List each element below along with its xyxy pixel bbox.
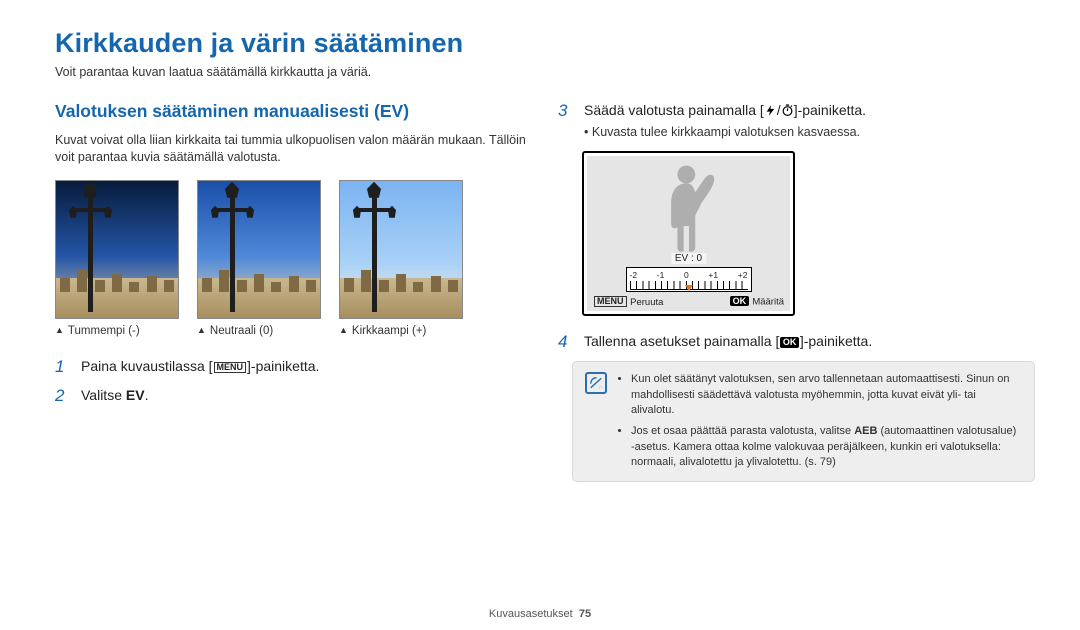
section-heading-ev: Valotuksen säätäminen manuaalisesti (EV) [55, 101, 532, 122]
lcd-cancel: MENU Peruuta [593, 296, 663, 308]
step-number: 4 [558, 332, 574, 352]
page-title: Kirkkauden ja värin säätäminen [55, 28, 1035, 59]
triangle-up-icon [197, 325, 210, 337]
ev-bold-label: EV [126, 387, 145, 403]
triangle-up-icon [55, 325, 68, 337]
left-column: Valotuksen säätäminen manuaalisesti (EV)… [55, 101, 532, 482]
tick-zero: 0 [684, 270, 689, 280]
section-paragraph: Kuvat voivat olla liian kirkkaita tai tu… [55, 132, 532, 166]
step-number: 2 [55, 386, 71, 406]
tick-plus-2: +2 [738, 270, 748, 280]
scale-indicator-icon [685, 285, 693, 291]
step-1: 1 Paina kuvaustilassa [MENU]-painiketta. [55, 357, 532, 377]
thumbnail-image-darker [55, 180, 179, 319]
menu-button-glyph: MENU [594, 296, 627, 307]
note-box: Kun olet säätänyt valotuksen, sen arvo t… [572, 361, 1035, 481]
step-3-sub: • Kuvasta tulee kirkkaampi valotuksen ka… [584, 124, 866, 141]
two-column-layout: Valotuksen säätäminen manuaalisesti (EV)… [55, 101, 1035, 482]
lcd-footer: MENU Peruuta OK Määritä [593, 296, 784, 308]
thumbnail-image-neutral [197, 180, 321, 319]
note-list: Kun olet säätänyt valotuksen, sen arvo t… [617, 372, 1022, 470]
flash-icon [764, 102, 777, 118]
ok-button-glyph: OK [730, 296, 749, 306]
camera-lcd-frame: EV : 0 -2 -1 0 +1 +2 MENU Peruuta OK Mää… [582, 151, 795, 316]
tick-plus-1: +1 [708, 270, 718, 280]
ok-button-glyph: OK [780, 337, 799, 347]
tick-minus-2: -2 [630, 270, 638, 280]
page-number: 75 [579, 608, 591, 620]
triangle-up-icon [339, 325, 352, 337]
step-number: 1 [55, 357, 71, 377]
lcd-ev-scale: -2 -1 0 +1 +2 [626, 267, 752, 292]
aeb-bold-label: AEB [854, 425, 877, 437]
step-4: 4 Tallenna asetukset painamalla [OK]-pai… [558, 332, 1035, 352]
note-item: Jos et osaa päättää parasta valotusta, v… [631, 424, 1022, 470]
thumbnail-image-brighter [339, 180, 463, 319]
caption-neutral: Neutraali (0) [197, 325, 321, 337]
silhouette-figure-icon [644, 162, 734, 265]
caption-brighter: Kirkkaampi (+) [339, 325, 463, 337]
timer-icon [781, 102, 794, 118]
lcd-ev-label: EV : 0 [671, 253, 706, 264]
camera-lcd: EV : 0 -2 -1 0 +1 +2 MENU Peruuta OK Mää… [587, 156, 790, 311]
page-subtitle: Voit parantaa kuvan laatua säätämällä ki… [55, 65, 1035, 79]
lcd-set: OK Määritä [729, 296, 784, 308]
step-2: 2 Valitse EV. [55, 386, 532, 406]
page-footer: Kuvausasetukset 75 [0, 608, 1080, 620]
right-column: 3 Säädä valotusta painamalla [/]-painike… [558, 101, 1035, 482]
step-number: 3 [558, 101, 574, 121]
thumbnail-neutral: Neutraali (0) [197, 180, 321, 337]
menu-button-glyph: MENU [214, 362, 247, 373]
note-item: Kun olet säätänyt valotuksen, sen arvo t… [631, 372, 1022, 418]
step-3: 3 Säädä valotusta painamalla [/]-painike… [558, 101, 1035, 141]
example-thumbnails-row: Tummempi (-) Neutraali (0) Kirkkaampi (+… [55, 180, 532, 337]
thumbnail-brighter: Kirkkaampi (+) [339, 180, 463, 337]
thumbnail-darker: Tummempi (-) [55, 180, 179, 337]
tick-minus-1: -1 [657, 270, 665, 280]
note-icon [585, 372, 607, 394]
steps-left: 1 Paina kuvaustilassa [MENU]-painiketta.… [55, 357, 532, 406]
caption-darker: Tummempi (-) [55, 325, 179, 337]
